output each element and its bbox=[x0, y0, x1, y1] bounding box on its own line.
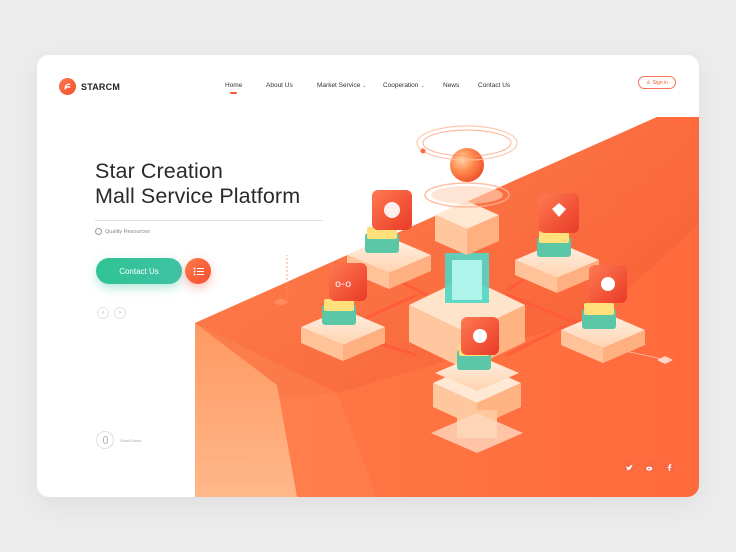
title-divider bbox=[95, 220, 323, 221]
nav-contact-label: Contact Us bbox=[478, 82, 511, 89]
nav-home-label: Home bbox=[225, 82, 243, 89]
nav-news[interactable]: News bbox=[443, 82, 459, 89]
badge-icon bbox=[95, 228, 102, 235]
menu-list-button[interactable] bbox=[185, 258, 211, 284]
main-nav: Home About Us Market Service ⌄ Cooperati… bbox=[37, 82, 699, 96]
list-icon bbox=[193, 267, 204, 275]
cta-label: Contact Us bbox=[119, 266, 159, 276]
title-line-1: Star Creation bbox=[95, 159, 223, 183]
nav-market-label: Market Service bbox=[317, 82, 361, 89]
next-slide-button[interactable]: › bbox=[114, 307, 126, 319]
feature-tag: Quality Resources bbox=[95, 228, 150, 235]
nav-cooperation-label: Cooperation bbox=[383, 82, 419, 89]
nav-cooperation[interactable]: Cooperation ⌄ bbox=[383, 82, 425, 89]
feature-label: Quality Resources bbox=[105, 228, 150, 235]
signin-label: Sign in bbox=[652, 79, 668, 86]
chevron-left-icon: ‹ bbox=[102, 310, 104, 316]
nav-contact[interactable]: Contact Us bbox=[478, 82, 510, 89]
signin-button[interactable]: ♙ Sign in bbox=[638, 76, 676, 89]
chevron-right-icon: › bbox=[119, 310, 121, 316]
scroll-down-hint[interactable]: Scroll Down bbox=[96, 431, 141, 449]
active-indicator bbox=[230, 92, 238, 94]
mouse-icon bbox=[96, 431, 114, 449]
chevron-down-icon: ⌄ bbox=[420, 82, 425, 89]
nav-home[interactable]: Home bbox=[225, 82, 243, 94]
page-card: o-o STARCM Home About Us Market Service … bbox=[37, 55, 699, 497]
facebook-icon[interactable] bbox=[664, 462, 675, 473]
prev-slide-button[interactable]: ‹ bbox=[97, 307, 109, 319]
nav-about[interactable]: About Us bbox=[266, 82, 293, 89]
nav-market-service[interactable]: Market Service ⌄ bbox=[317, 82, 367, 89]
weibo-icon[interactable] bbox=[644, 462, 655, 473]
twitter-icon[interactable] bbox=[624, 462, 635, 473]
page-title: Star Creation Mall Service Platform bbox=[95, 159, 300, 209]
contact-us-button[interactable]: Contact Us bbox=[96, 258, 182, 284]
scroll-label: Scroll Down bbox=[120, 437, 142, 443]
svg-text:o-o: o-o bbox=[335, 279, 351, 290]
nav-about-label: About Us bbox=[266, 82, 293, 89]
user-icon: ♙ bbox=[646, 79, 651, 86]
chevron-down-icon: ⌄ bbox=[362, 82, 367, 89]
nav-news-label: News bbox=[443, 82, 460, 89]
title-line-2: Mall Service Platform bbox=[95, 184, 301, 208]
